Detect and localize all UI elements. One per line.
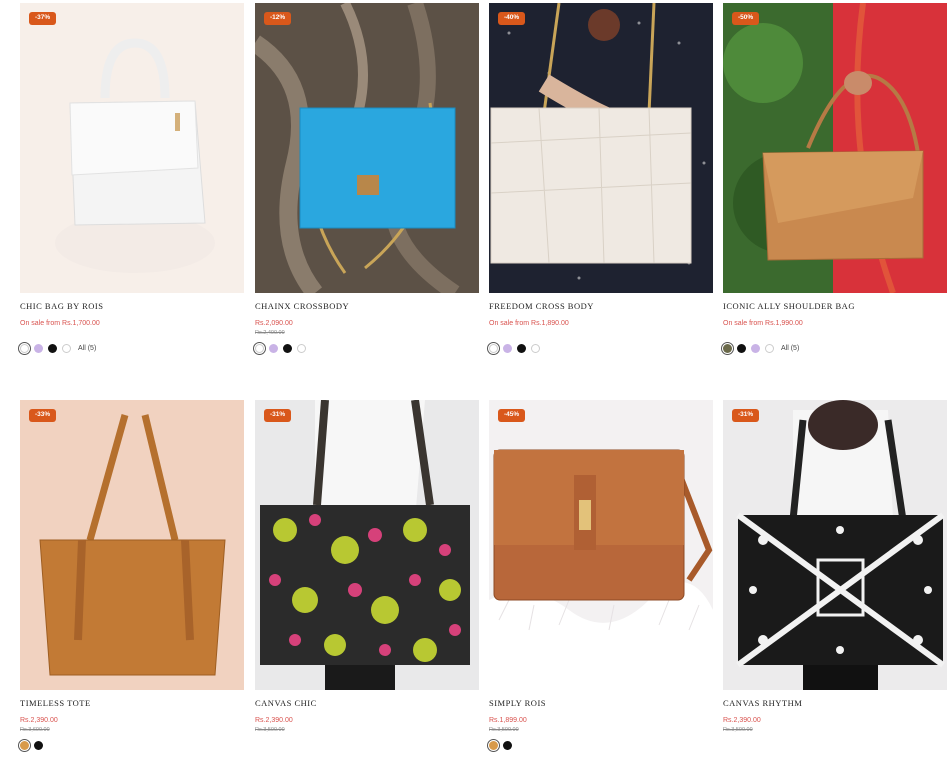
swatch-black[interactable]	[517, 343, 526, 353]
compare-price	[20, 330, 244, 338]
product-price: On sale from Rs.1,890.00	[489, 320, 569, 327]
swatch-white[interactable]	[18, 341, 31, 355]
bandana-canvas-tote-image	[723, 400, 947, 690]
color-swatches: All (5)	[721, 341, 947, 355]
product-image[interactable]: -45%	[489, 400, 713, 690]
product-title[interactable]: CANVAS CHIC	[255, 698, 479, 710]
discount-badge: -37%	[29, 12, 57, 25]
product-title[interactable]: CHAINX CROSSBODY	[255, 301, 479, 313]
swatch-white[interactable]	[487, 341, 500, 355]
product-image[interactable]: -50%	[723, 3, 947, 293]
product-price: Rs.2,390.00	[20, 717, 58, 724]
product-price: Rs.2,390.00	[255, 717, 293, 724]
compare-price: Rs.3,500.00	[255, 727, 285, 733]
product-card[interactable]: -31% CANVAS RHYTHM Rs.2,390.00 Rs.3,500.…	[723, 400, 947, 735]
product-image[interactable]: -31%	[255, 400, 479, 690]
product-card[interactable]: -40% FREEDOM CROSS BODY On sale from Rs.…	[487, 3, 713, 355]
product-card[interactable]: -45% SIMPLY ROIS Rs.1,899.00 Rs.3,500.00	[487, 400, 713, 752]
cream-crossbody-image	[489, 3, 713, 293]
swatch-black[interactable]	[737, 343, 746, 353]
compare-price	[723, 330, 947, 338]
product-card[interactable]: -50% ICONIC ALLY SHOULDER BAG On sale fr…	[721, 3, 947, 355]
product-card[interactable]: -12% CHAINX CROSSBODY Rs.2,090.00 Rs.2,4…	[253, 3, 479, 355]
product-title[interactable]: TIMELESS TOTE	[20, 698, 244, 710]
discount-badge: -45%	[498, 409, 526, 422]
product-image[interactable]: -40%	[489, 3, 713, 293]
discount-badge: -31%	[732, 409, 760, 422]
swatch-lilac[interactable]	[503, 343, 512, 353]
product-price: On sale from Rs.1,990.00	[723, 320, 803, 327]
all-colors-link[interactable]: All (5)	[78, 345, 96, 352]
color-swatches	[487, 738, 713, 752]
product-title[interactable]: FREEDOM CROSS BODY	[489, 301, 713, 313]
compare-price: Rs.3,500.00	[723, 727, 753, 733]
compare-price: Rs.2,400.00	[255, 330, 285, 336]
product-title[interactable]: CHIC BAG BY ROIS	[20, 301, 244, 313]
swatch-black[interactable]	[503, 740, 512, 750]
compare-price: Rs.3,600.00	[20, 727, 50, 733]
floral-canvas-tote-image	[255, 400, 479, 690]
swatch-olive[interactable]	[721, 341, 734, 355]
product-price: Rs.1,899.00	[489, 717, 527, 724]
product-card[interactable]: -33% TIMELESS TOTE Rs.2,390.00 Rs.3,600.…	[18, 400, 244, 752]
swatch-tan[interactable]	[18, 738, 31, 752]
product-image[interactable]: -12%	[255, 3, 479, 293]
discount-badge: -31%	[264, 409, 292, 422]
swatch-black[interactable]	[283, 343, 292, 353]
swatch-lilac[interactable]	[751, 343, 760, 353]
product-price: Rs.2,390.00	[723, 717, 761, 724]
product-price: On sale from Rs.1,700.00	[20, 320, 100, 327]
tan-tote-image	[20, 400, 244, 690]
color-swatches	[487, 341, 713, 355]
blue-crossbody-image	[255, 3, 479, 293]
all-colors-link[interactable]: All (5)	[781, 345, 799, 352]
product-card[interactable]: -31% CANVAS CHIC Rs.2,390.00 Rs.3,500.00	[255, 400, 479, 735]
swatch-white-2[interactable]	[297, 343, 306, 353]
discount-badge: -50%	[732, 12, 760, 25]
product-image[interactable]: -33%	[20, 400, 244, 690]
product-title[interactable]: CANVAS RHYTHM	[723, 698, 947, 710]
discount-badge: -33%	[29, 409, 57, 422]
compare-price	[489, 330, 713, 338]
product-image[interactable]: -37%	[20, 3, 244, 293]
tan-shoulder-bag-image	[723, 3, 947, 293]
product-title[interactable]: ICONIC ALLY SHOULDER BAG	[723, 301, 947, 313]
swatch-white-2[interactable]	[531, 343, 540, 353]
swatch-lilac[interactable]	[34, 343, 43, 353]
white-handbag-image	[20, 3, 244, 293]
discount-badge: -12%	[264, 12, 292, 25]
swatch-lilac[interactable]	[269, 343, 278, 353]
swatch-tan[interactable]	[487, 738, 500, 752]
color-swatches	[253, 341, 479, 355]
discount-badge: -40%	[498, 12, 526, 25]
swatch-white[interactable]	[765, 343, 774, 353]
swatch-black[interactable]	[48, 343, 57, 353]
product-card[interactable]: -37% CHIC BAG BY ROIS On sale from Rs.1,…	[18, 3, 244, 355]
swatch-white-2[interactable]	[62, 343, 71, 353]
product-title[interactable]: SIMPLY ROIS	[489, 698, 713, 710]
swatch-white[interactable]	[253, 341, 266, 355]
swatch-black[interactable]	[34, 740, 43, 750]
compare-price: Rs.3,500.00	[489, 727, 519, 733]
product-price: Rs.2,090.00	[255, 320, 293, 327]
brown-crossbody-image	[489, 400, 713, 690]
color-swatches	[18, 738, 244, 752]
product-image[interactable]: -31%	[723, 400, 947, 690]
color-swatches: All (5)	[18, 341, 244, 355]
